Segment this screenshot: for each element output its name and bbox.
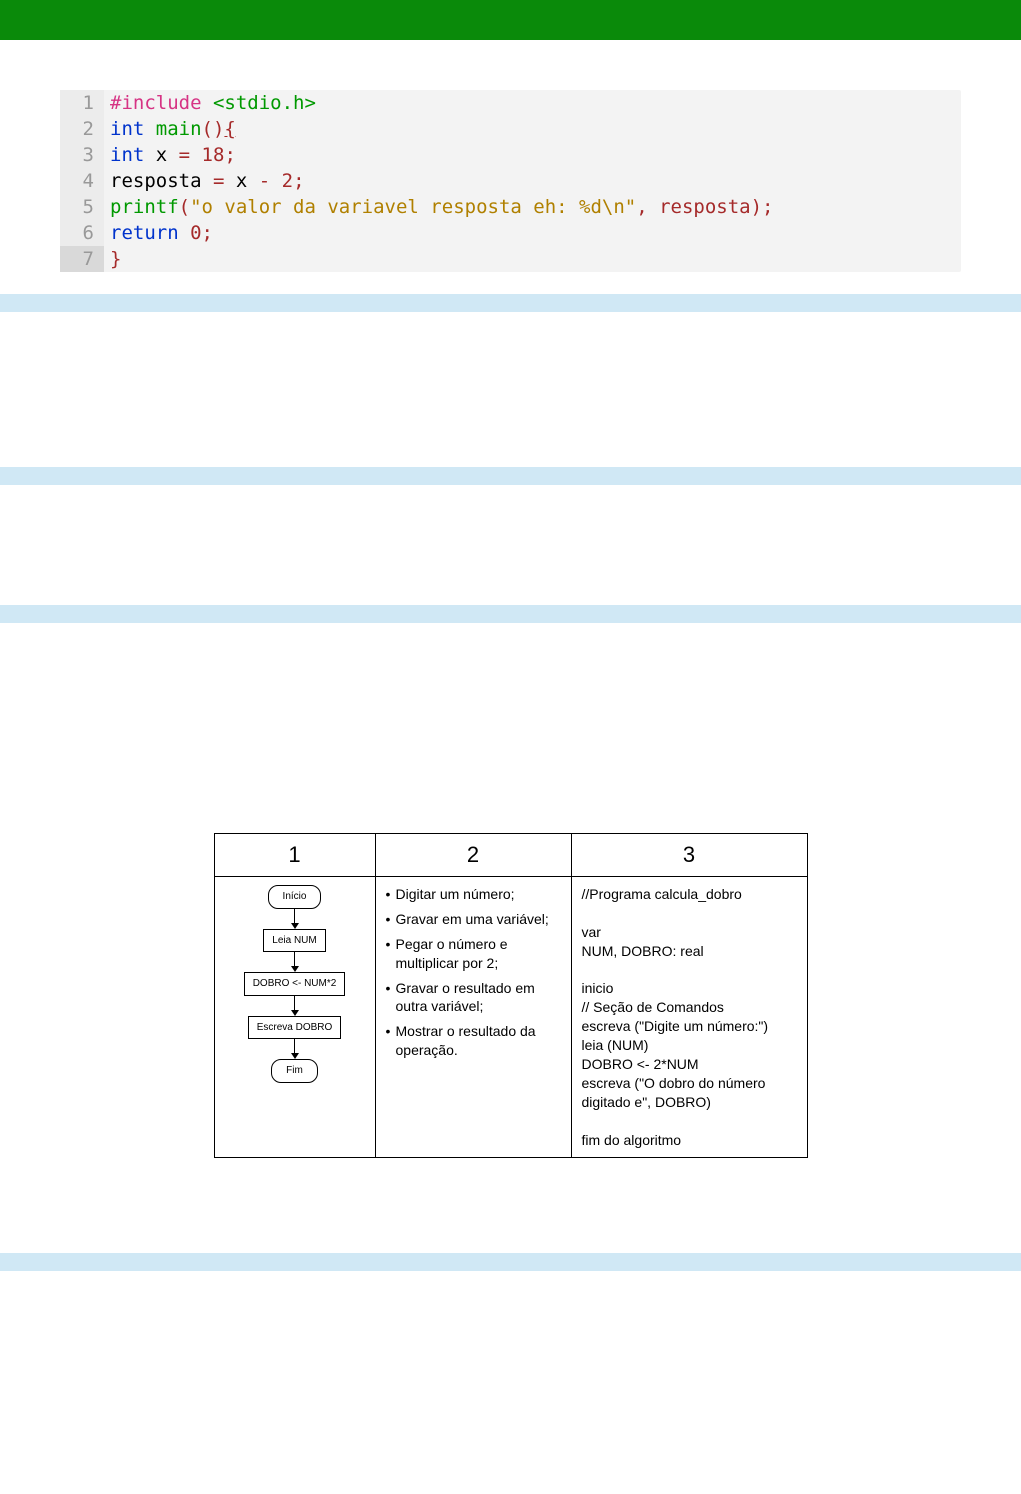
flow-start: Início — [268, 885, 322, 909]
flow-calc: DOBRO <- NUM*2 — [244, 972, 346, 996]
comparison-table: 1 2 3 Início Leia NUM DOBRO <- NUM*2 — [0, 833, 1021, 1158]
flowchart-cell: Início Leia NUM DOBRO <- NUM*2 Escreva D… — [214, 877, 375, 1158]
line-number: 7 — [60, 246, 104, 272]
flow-end: Fim — [271, 1059, 318, 1083]
code-block: 1#include <stdio.h>2int main(){3 int x =… — [60, 90, 961, 272]
header-green-bar — [0, 0, 1021, 40]
list-item: Digitar um número; — [386, 885, 561, 904]
code-line: return 0; — [104, 220, 213, 246]
divider-band — [0, 467, 1021, 485]
list-item: Gravar em uma variável; — [386, 910, 561, 929]
flow-arrow-icon — [291, 909, 299, 929]
line-number: 4 — [60, 168, 104, 194]
table-header: 1 — [214, 834, 375, 877]
code-line: #include <stdio.h> — [104, 90, 316, 116]
flow-arrow-icon — [291, 996, 299, 1016]
table-header: 3 — [571, 834, 807, 877]
flow-read: Leia NUM — [263, 929, 325, 953]
code-line: } — [104, 246, 121, 272]
line-number: 3 — [60, 142, 104, 168]
list-item: Gravar o resultado em outra variável; — [386, 979, 561, 1017]
flow-write: Escreva DOBRO — [248, 1016, 342, 1040]
table-header: 2 — [375, 834, 571, 877]
divider-band — [0, 1253, 1021, 1271]
list-item: Mostrar o resultado da operação. — [386, 1022, 561, 1060]
flowchart: Início Leia NUM DOBRO <- NUM*2 Escreva D… — [225, 885, 365, 1083]
divider-band — [0, 605, 1021, 623]
flow-arrow-icon — [291, 952, 299, 972]
line-number: 6 — [60, 220, 104, 246]
flow-arrow-icon — [291, 1039, 299, 1059]
page: 1#include <stdio.h>2int main(){3 int x =… — [0, 0, 1021, 1494]
code-line: resposta = x - 2; — [104, 168, 305, 194]
list-item: Pegar o número e multiplicar por 2; — [386, 935, 561, 973]
steps-list: Digitar um número; Gravar em uma variável… — [386, 885, 561, 1060]
line-number: 1 — [60, 90, 104, 116]
pseudocode-cell: //Programa calcula_dobro var NUM, DOBRO:… — [571, 877, 807, 1158]
code-line: int main(){ — [104, 116, 236, 142]
divider-band — [0, 294, 1021, 312]
steps-cell: Digitar um número; Gravar em uma variável… — [375, 877, 571, 1158]
line-number: 2 — [60, 116, 104, 142]
line-number: 5 — [60, 194, 104, 220]
code-line: int x = 18; — [104, 142, 236, 168]
code-line: printf("o valor da variavel resposta eh:… — [104, 194, 774, 220]
